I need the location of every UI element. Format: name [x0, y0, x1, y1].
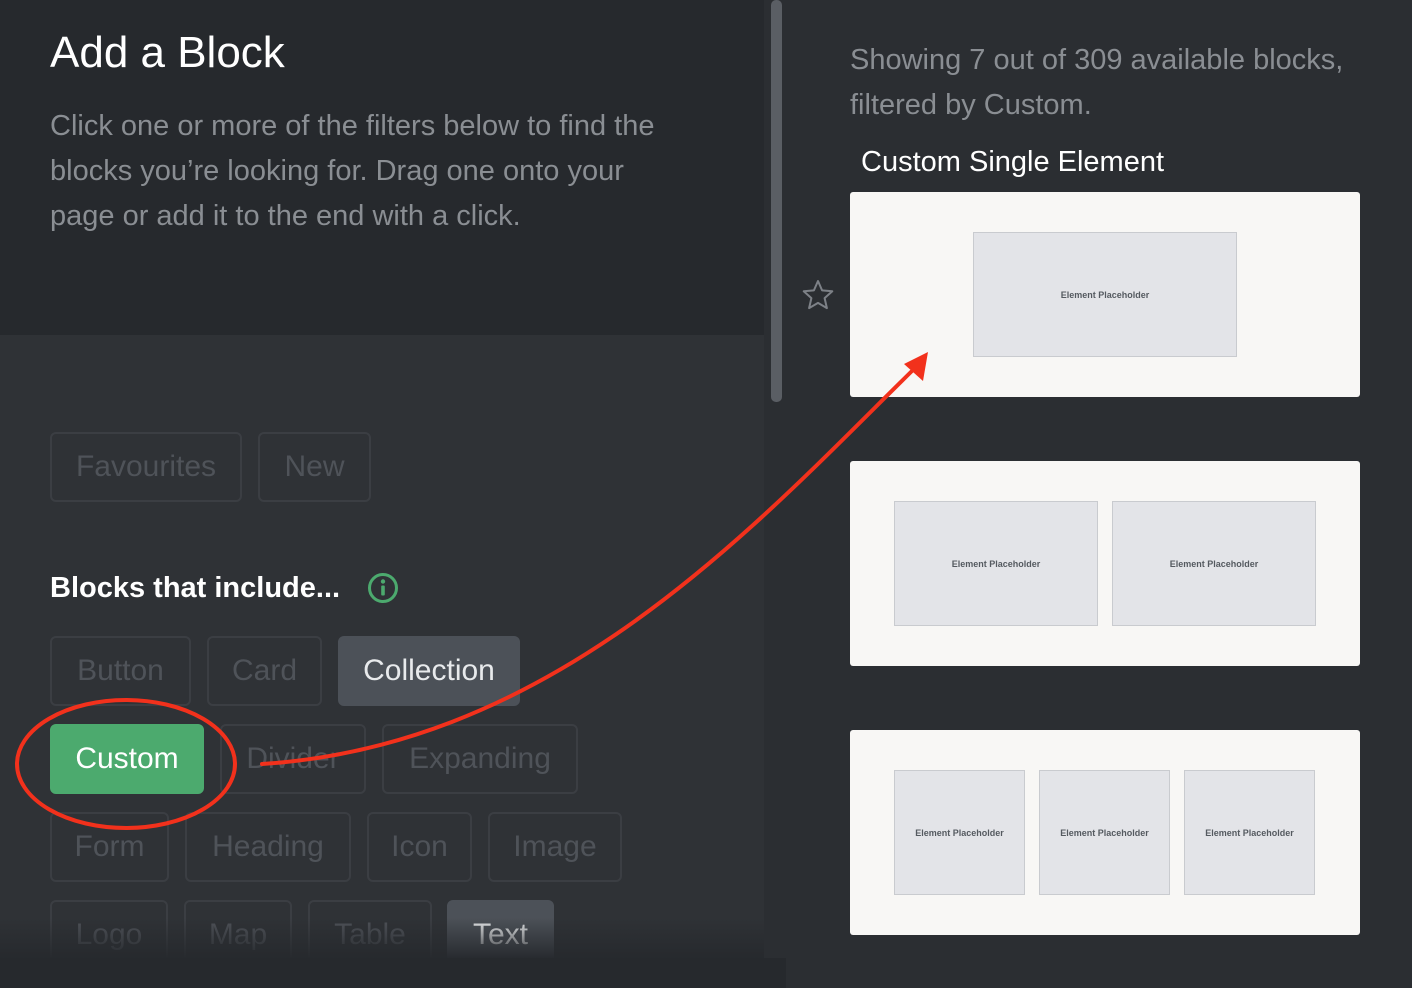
filter-chip-logo[interactable]: Logo — [50, 900, 168, 958]
element-placeholder: Element Placeholder — [1184, 770, 1315, 895]
block-card-three-column[interactable]: Element Placeholder Element Placeholder … — [850, 730, 1360, 935]
filter-chip-new[interactable]: New — [258, 432, 371, 502]
panel-header: Add a Block Click one or more of the fil… — [0, 0, 764, 335]
block-card-two-column[interactable]: Element Placeholder Element Placeholder — [850, 461, 1360, 666]
scrollbar-thumb[interactable] — [771, 0, 782, 402]
filter-chip-heading[interactable]: Heading — [185, 812, 351, 882]
info-icon[interactable] — [367, 572, 399, 604]
filter-chip-map[interactable]: Map — [184, 900, 292, 958]
add-block-panel: Add a Block Click one or more of the fil… — [0, 0, 764, 958]
page-title: Add a Block — [50, 28, 285, 77]
filter-chip-divider[interactable]: Divider — [220, 724, 366, 794]
filter-chip-expanding[interactable]: Expanding — [382, 724, 578, 794]
section-label: Blocks that include... — [50, 572, 341, 604]
panel-footer — [0, 958, 786, 988]
panel-description: Click one or more of the filters below t… — [50, 110, 655, 232]
block-card-single[interactable]: Element Placeholder — [850, 192, 1360, 397]
filter-chip-card[interactable]: Card — [207, 636, 322, 706]
filter-chip-icon[interactable]: Icon — [367, 812, 472, 882]
element-placeholder: Element Placeholder — [1039, 770, 1170, 895]
filter-chip-form[interactable]: Form — [50, 812, 169, 882]
results-summary: Showing 7 out of 309 available blocks, f… — [850, 44, 1344, 121]
filter-chip-custom[interactable]: Custom — [50, 724, 204, 794]
block-title: Custom Single Element — [861, 146, 1165, 178]
element-placeholder: Element Placeholder — [973, 232, 1237, 357]
element-placeholder: Element Placeholder — [1112, 501, 1316, 626]
element-placeholder: Element Placeholder — [894, 770, 1025, 895]
filter-chip-favourites[interactable]: Favourites — [50, 432, 242, 502]
filter-chip-image[interactable]: Image — [488, 812, 622, 882]
star-icon[interactable] — [801, 278, 835, 312]
element-placeholder: Element Placeholder — [894, 501, 1098, 626]
filter-chip-table[interactable]: Table — [308, 900, 432, 958]
filter-chip-collection[interactable]: Collection — [338, 636, 520, 706]
filter-chip-button[interactable]: Button — [50, 636, 191, 706]
filter-chip-text[interactable]: Text — [447, 900, 554, 958]
